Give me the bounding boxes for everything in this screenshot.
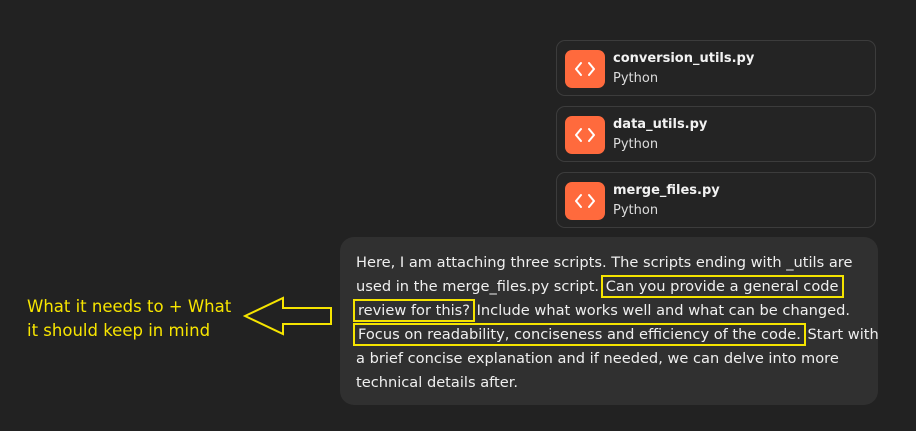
attachment-file-name: merge_files.py [613,183,720,198]
highlighted-request: Can you provide a general code [600,275,844,298]
attachment-file-type: Python [613,137,659,152]
attachment-card-conversion-utils[interactable]: conversion_utils.py Python [556,40,876,96]
message-line-5: a brief concise explanation and if neede… [356,349,839,369]
code-brackets-icon [565,116,605,154]
attachment-card-data-utils[interactable]: data_utils.py Python [556,106,876,162]
message-line-3: review for this? Include what works well… [353,299,851,322]
highlighted-focus: Focus on readability, conciseness and ef… [353,323,806,346]
code-brackets-icon [565,50,605,88]
annotation-line-1: What it needs to + What [27,297,232,316]
left-arrow-icon [242,295,335,341]
message-line-6: technical details after. [356,373,518,393]
highlighted-request: review for this? [353,299,475,322]
message-line-4: Focus on readability, conciseness and ef… [353,323,879,346]
attachment-file-type: Python [613,203,659,218]
chat-view: conversion_utils.py Python data_utils.py… [0,0,916,431]
message-line-1: Here, I am attaching three scripts. The … [356,253,852,273]
message-text: used in the merge_files.py script. [356,278,600,295]
message-line-2: used in the merge_files.py script. Can y… [356,275,844,298]
message-text: Here, I am attaching three scripts. The … [356,254,853,271]
attachment-file-name: data_utils.py [613,117,708,132]
message-text: technical details after. [356,374,519,391]
message-text: Include what works well and what can be … [476,302,851,319]
annotation-line-2: it should keep in mind [27,321,211,340]
message-text: Start with [807,326,879,343]
attachment-file-type: Python [613,71,659,86]
code-brackets-icon [565,182,605,220]
message-text: a brief concise explanation and if neede… [356,350,839,367]
attachment-card-merge-files[interactable]: merge_files.py Python [556,172,876,228]
attachment-file-name: conversion_utils.py [613,51,755,66]
